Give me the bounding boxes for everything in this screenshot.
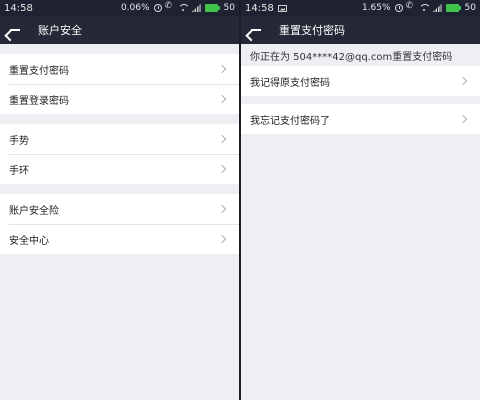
- forgot-password-item[interactable]: 我忘记支付密码了: [241, 104, 480, 134]
- chevron-right-icon: [217, 134, 227, 144]
- back-button[interactable]: [241, 16, 271, 44]
- status-icons: 1.65% 50: [361, 1, 476, 13]
- row-label: 重置登录密码: [9, 95, 69, 107]
- status-time: 14:58: [4, 2, 33, 14]
- settings-group-password: 重置支付密码 重置登录密码: [0, 54, 239, 114]
- remember-password-item[interactable]: 我记得原支付密码: [241, 66, 480, 96]
- alarm-icon: [394, 4, 403, 12]
- gesture-item[interactable]: 手势: [0, 124, 239, 154]
- row-label: 重置支付密码: [9, 65, 69, 77]
- row-label: 我记得原支付密码: [250, 77, 330, 89]
- battery-level: 50: [464, 3, 476, 13]
- row-label: 我忘记支付密码了: [250, 115, 330, 127]
- phone-icon: [165, 1, 174, 12]
- title-bar: 账户安全: [0, 16, 239, 44]
- security-center-item[interactable]: 安全中心: [0, 224, 239, 254]
- chevron-right-icon: [217, 94, 227, 104]
- image-icon: [277, 4, 287, 12]
- status-icons: 0.06% 50: [120, 1, 235, 13]
- signal-icon: [433, 4, 442, 12]
- option-group-forgot: 我忘记支付密码了: [241, 104, 480, 134]
- settings-group-safety: 账户安全险 安全中心: [0, 194, 239, 254]
- chevron-right-icon: [458, 114, 468, 124]
- row-label: 账户安全险: [9, 205, 59, 217]
- chevron-right-icon: [458, 76, 468, 86]
- chevron-right-icon: [217, 204, 227, 214]
- chevron-right-icon: [217, 64, 227, 74]
- row-label: 安全中心: [9, 235, 49, 247]
- page-title: 账户安全: [38, 24, 82, 37]
- back-button[interactable]: [0, 16, 30, 44]
- row-label: 手环: [9, 165, 29, 177]
- reset-notice-text: 你正在为 504****42@qq.com重置支付密码: [250, 51, 453, 63]
- back-arrow-icon: [9, 25, 21, 35]
- reset-payment-password-screen: 14:58 1.65% 50 重置支付密码 你正在为 504****42@qq.…: [241, 0, 480, 400]
- chevron-right-icon: [217, 164, 227, 174]
- title-bar: 重置支付密码: [241, 16, 480, 44]
- chevron-right-icon: [217, 234, 227, 244]
- settings-group-unlock: 手势 手环: [0, 124, 239, 184]
- back-arrow-icon: [250, 25, 262, 35]
- wifi-icon: [418, 4, 431, 12]
- option-group-remember: 我记得原支付密码: [241, 66, 480, 96]
- reset-login-password-item[interactable]: 重置登录密码: [0, 84, 239, 114]
- data-percent: 0.06%: [120, 3, 150, 13]
- page-title: 重置支付密码: [279, 24, 345, 37]
- status-bar: 14:58 1.65% 50: [241, 0, 480, 16]
- row-label: 手势: [9, 135, 29, 147]
- data-percent: 1.65%: [361, 3, 391, 13]
- reset-payment-password-item[interactable]: 重置支付密码: [0, 54, 239, 84]
- battery-icon: [445, 4, 461, 12]
- account-security-screen: 14:58 0.06% 50 账户安全 重置支付密码 重置登录密码 手势: [0, 0, 239, 400]
- wifi-icon: [177, 4, 190, 12]
- status-time: 14:58: [245, 2, 274, 14]
- phone-icon: [406, 1, 415, 12]
- signal-icon: [192, 4, 201, 12]
- wristband-item[interactable]: 手环: [0, 154, 239, 184]
- battery-level: 50: [223, 3, 235, 13]
- alarm-icon: [153, 4, 162, 12]
- status-bar: 14:58 0.06% 50: [0, 0, 239, 16]
- account-insurance-item[interactable]: 账户安全险: [0, 194, 239, 224]
- battery-icon: [204, 4, 220, 12]
